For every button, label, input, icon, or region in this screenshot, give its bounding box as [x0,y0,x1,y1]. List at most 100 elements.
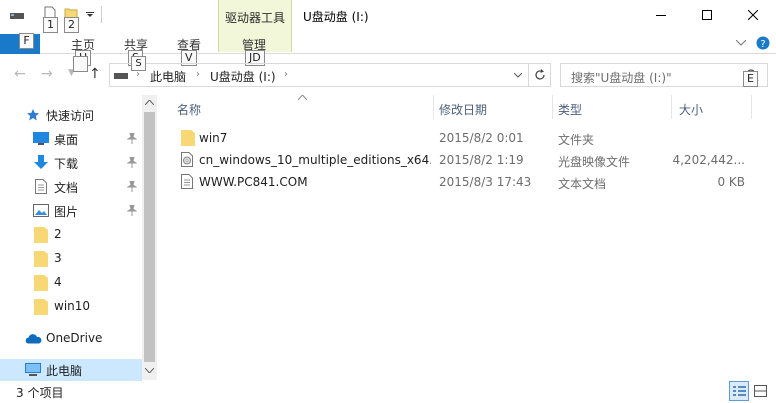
minimize-icon [656,15,666,16]
sidebar-item-label: 下载 [54,157,79,171]
close-button[interactable] [730,0,776,30]
file-list: 名称 修改日期 类型 大小 win7 2015/8/2 0:01 文件夹 cn_… [165,95,776,380]
expand-ribbon-icon[interactable] [736,40,746,46]
sidebar-item-quick-access[interactable]: 快速访问 [0,104,142,126]
breadcrumb-this-pc[interactable]: 此电脑 [150,68,186,85]
sidebar-item-folder-4[interactable]: 4 [0,272,142,294]
star-icon [27,109,39,121]
svg-text:?: ? [760,39,765,50]
folder-icon [34,299,48,315]
keytip-file: F [19,33,34,49]
column-header-date[interactable]: 修改日期 [433,95,552,119]
ribbon-tabs: F 主页 H 共享 S 查看 V 管理 JD ? [0,30,776,66]
minimize-button[interactable] [638,0,684,30]
title-bar: 1 2 驱动器工具 U盘动盘 (I:) [0,0,776,52]
column-header-name[interactable]: 名称 [165,95,433,119]
customize-toolbar-icon[interactable] [86,12,94,18]
close-icon [748,10,758,20]
sidebar-item-label: 文档 [54,181,79,195]
search-input[interactable]: 搜索"U盘动盘 (I:)" [571,69,672,86]
pin-icon[interactable] [127,205,137,216]
maximize-icon [702,10,712,20]
sidebar-item-label: win10 [54,299,91,313]
nav-pane-scroll-thumb[interactable] [144,112,155,362]
sidebar-item-label: 桌面 [54,133,79,147]
disc-image-icon [181,152,193,167]
file-row-win7[interactable]: win7 2015/8/2 0:01 文件夹 [175,127,755,149]
sidebar-item-this-pc[interactable]: 此电脑 [0,359,142,381]
breadcrumb-current-drive[interactable]: U盘动盘 (I:) [210,68,276,85]
details-view-icon [733,386,746,396]
sidebar-item-pictures[interactable]: 图片 [0,200,142,222]
column-header-label: 大小 [679,103,704,117]
navigation-pane: 快速访问 桌面 下载 文档 图片 2 3 4 win10 OneDrive 此电… [0,95,157,381]
up-arrow-icon[interactable]: ↑ [89,66,101,82]
help-icon[interactable]: ? [756,36,770,50]
sidebar-item-label: 图片 [54,205,79,219]
details-view-button[interactable] [729,381,749,401]
file-type: 文本文档 [558,177,607,191]
keytip-recent [73,56,88,72]
back-arrow-icon[interactable]: ← [14,66,26,82]
forward-arrow-icon[interactable]: → [41,66,53,82]
sidebar-item-label: 2 [54,227,62,241]
large-icons-view-button[interactable] [751,381,771,401]
file-size: 4,202,442... [672,153,745,167]
text-file-icon [181,174,193,189]
sidebar-item-desktop[interactable]: 桌面 [0,128,142,150]
nav-pane-scrollbar[interactable] [142,95,157,380]
file-name: WWW.PC841.COM [199,175,308,189]
drive-icon [114,73,128,79]
sidebar-item-folder-3[interactable]: 3 [0,248,142,270]
address-dropdown-icon[interactable] [514,73,522,78]
pin-icon[interactable] [127,133,137,144]
file-size: 0 KB [717,175,745,189]
file-name: cn_windows_10_multiple_editions_x64... [199,153,431,167]
drive-tools-label: 驱动器工具 [225,11,286,25]
maximize-button[interactable] [684,0,730,30]
refresh-icon [535,69,545,80]
search-box[interactable]: 搜索"U盘动盘 (I:)" E [560,63,768,87]
breadcrumb-chevron-icon: › [136,69,140,80]
download-icon [34,155,48,169]
sidebar-item-onedrive[interactable]: OneDrive [0,328,142,350]
address-bar[interactable]: S › 此电脑 › U盘动盘 (I:) › [109,56,529,87]
column-header-type[interactable]: 类型 [552,95,671,119]
scroll-down-icon[interactable] [145,368,154,373]
file-type: 文件夹 [558,133,595,147]
file-row-iso[interactable]: cn_windows_10_multiple_editions_x64... 2… [175,149,755,171]
item-count: 3 个项目 [16,386,64,400]
folder-icon [34,227,48,243]
sidebar-item-downloads[interactable]: 下载 [0,152,142,174]
sidebar-item-label: 快速访问 [46,109,95,123]
document-icon [35,179,47,194]
pin-icon[interactable] [127,181,137,192]
computer-icon [25,363,41,376]
column-header-size[interactable]: 大小 [671,95,751,119]
column-header-label: 修改日期 [439,103,488,117]
breadcrumb-chevron-icon: › [284,69,288,80]
sidebar-item-label: 此电脑 [46,364,83,378]
file-date: 2015/8/3 17:43 [439,175,532,189]
breadcrumb-chevron-icon: › [196,69,200,80]
file-row-text[interactable]: WWW.PC841.COM 2015/8/3 17:43 文本文档 0 KB [175,171,755,193]
refresh-button[interactable] [529,63,551,87]
sidebar-item-label: OneDrive [46,331,103,345]
scroll-up-icon[interactable] [145,100,154,105]
column-divider[interactable] [751,95,752,119]
window-title: U盘动盘 (I:) [303,10,369,24]
sidebar-item-folder-win10[interactable]: win10 [0,296,142,318]
large-icons-view-icon [754,385,767,397]
sidebar-item-label: 3 [54,251,62,265]
navigation-bar: ← → ▼ ↑ S › 此电脑 › U盘动盘 (I:) › 搜索"U盘动盘 (I… [0,56,776,88]
pin-icon[interactable] [127,157,137,168]
file-name: win7 [199,131,228,145]
folder-icon [34,251,48,267]
picture-icon [33,204,49,217]
cloud-icon [25,334,42,344]
sidebar-item-label: 4 [54,275,62,289]
desktop-icon [33,132,49,145]
sidebar-item-documents[interactable]: 文档 [0,176,142,198]
sidebar-item-folder-2[interactable]: 2 [0,224,142,246]
keytip-search: E [743,71,758,87]
